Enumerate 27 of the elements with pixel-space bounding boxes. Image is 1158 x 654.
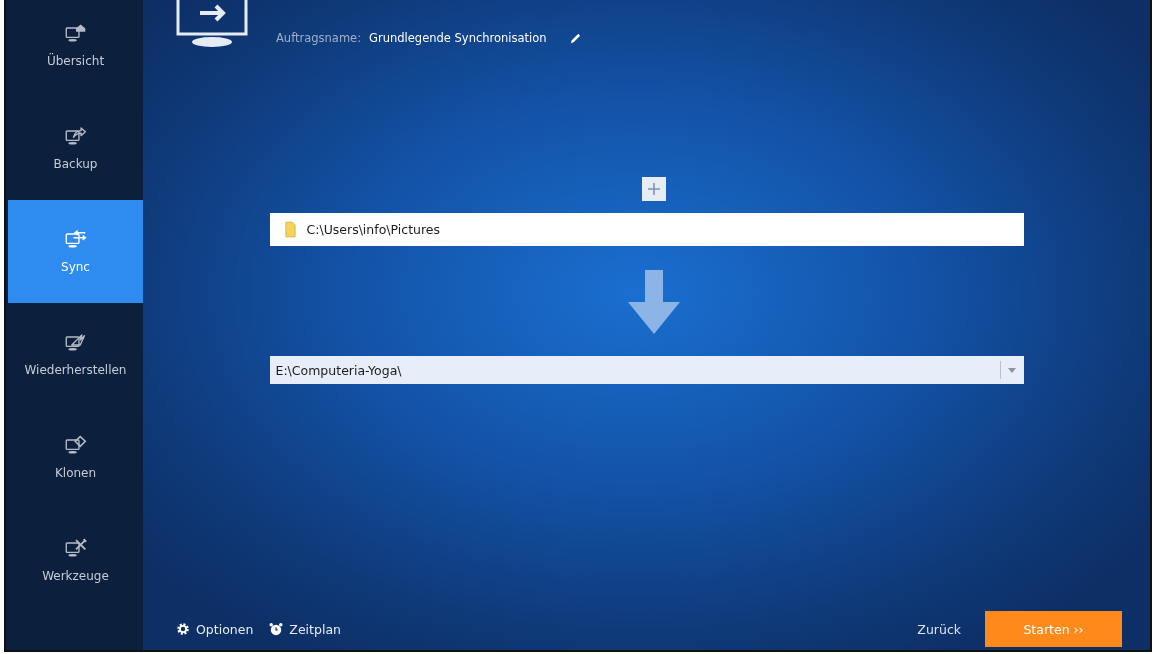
caret-icon bbox=[1007, 367, 1016, 373]
sidebar-item[interactable]: Wiederherstellen bbox=[8, 303, 143, 406]
schedule-link[interactable]: Zeitplan bbox=[269, 621, 341, 637]
monitor-swap-icon bbox=[64, 229, 87, 250]
back-link[interactable]: Zurück bbox=[917, 621, 961, 637]
monitor-diamond-icon bbox=[64, 435, 87, 456]
sidebar-item[interactable]: Backup bbox=[8, 97, 143, 200]
sidebar-item[interactable]: Werkzeuge bbox=[8, 509, 143, 612]
monitor-arrow-icon bbox=[176, 0, 248, 48]
options-link[interactable]: Optionen bbox=[176, 621, 254, 637]
folder-icon bbox=[284, 221, 296, 238]
job-name-label: Auftragsname: bbox=[276, 31, 362, 45]
plus-icon bbox=[646, 182, 661, 196]
alarm-clock-icon bbox=[269, 622, 284, 636]
add-button[interactable] bbox=[641, 177, 666, 201]
monitor-tools-icon bbox=[64, 538, 87, 559]
job-name: Grundlegende Synchronisation bbox=[369, 31, 547, 45]
monitor-pen-icon bbox=[64, 332, 87, 353]
edit-icon[interactable] bbox=[568, 31, 582, 45]
gear-icon bbox=[176, 622, 190, 636]
sidebar-item[interactable]: Übersicht bbox=[8, 0, 143, 97]
monitor-arrow-icon bbox=[64, 126, 87, 147]
down-arrow-icon bbox=[627, 270, 680, 334]
sidebar-item[interactable]: Klonen bbox=[8, 406, 143, 509]
source-folder-field[interactable]: C:\Users\info\Pictures bbox=[269, 213, 1024, 246]
destination-dropdown[interactable]: E:\Computeria-Yoga\ bbox=[269, 356, 1024, 384]
monitor-house-icon bbox=[64, 23, 87, 44]
